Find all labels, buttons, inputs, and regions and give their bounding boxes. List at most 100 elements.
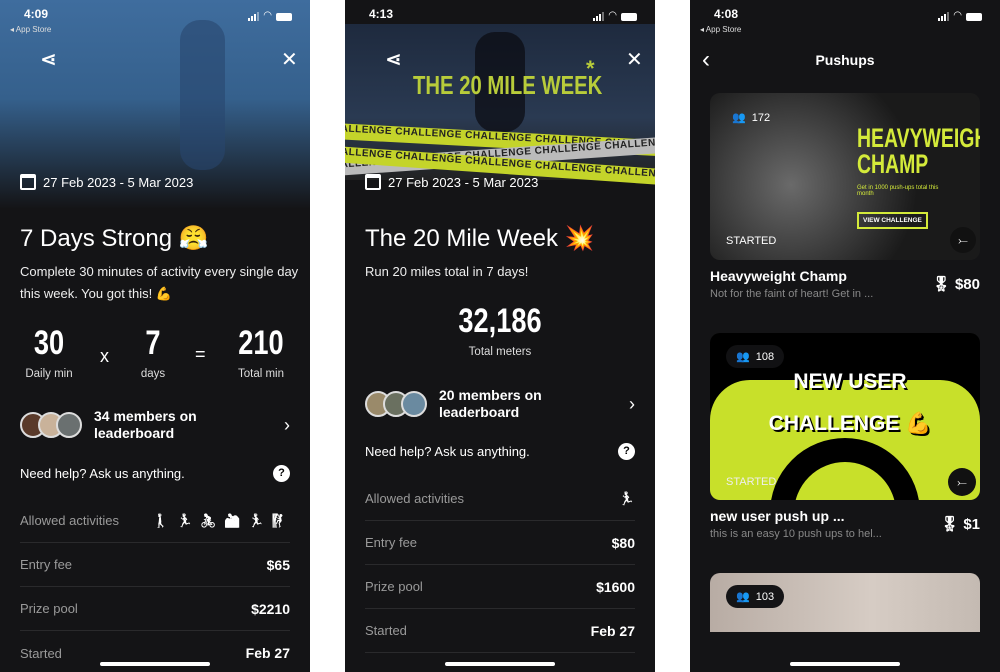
leaderboard-text: 20 members on leaderboard: [439, 387, 542, 420]
status-time: 4:08: [714, 7, 739, 21]
prize-value: $80: [954, 276, 980, 293]
status-icons: ◠: [938, 10, 982, 21]
share-icon[interactable]: ⋖: [385, 50, 402, 70]
challenge-title: 7 Days Strong 😤: [20, 225, 209, 252]
banner-subtitle: Get in 1000 push-ups total this month: [857, 185, 939, 197]
help-text: Need help? Ask us anything.: [365, 444, 530, 459]
members-count: 172: [751, 111, 771, 124]
home-indicator[interactable]: [100, 662, 210, 666]
members-chip: 👥 103: [726, 585, 785, 608]
banner-title: HEAVYWEIGHT CHAMP: [857, 123, 980, 179]
card-subtitle: Not for the faint of heart! Get in ...: [710, 288, 874, 300]
members-chip: 👥 108: [726, 345, 785, 368]
multiply-sign: x: [100, 346, 109, 366]
member-avatars: [365, 391, 427, 417]
entry-fee-label: Entry fee: [365, 535, 418, 550]
status-icons: ◠: [593, 10, 637, 21]
card-title[interactable]: new user push up ...: [710, 508, 845, 524]
members-count: 108: [755, 350, 775, 363]
people-icon: 👥: [736, 351, 750, 363]
people-icon: 👥: [736, 591, 750, 603]
runner-silhouette: [180, 20, 225, 170]
close-icon[interactable]: ✕: [626, 50, 643, 70]
total-meters-label: Total meters: [468, 346, 532, 358]
total-min-label: Total min: [237, 368, 285, 380]
status-icons: ◠: [248, 10, 292, 21]
started-badge: STARTED: [726, 235, 777, 247]
header-title: Pushups: [815, 52, 875, 68]
allowed-activities-row: Allowed activities 🏃: [365, 477, 635, 521]
challenge-card-heavyweight[interactable]: 👥 172 HEAVYWEIGHT CHAMP Get in 1000 push-…: [710, 93, 980, 260]
prize: 🎖 $1: [940, 515, 980, 533]
screen-7-days-strong: 4:09 ◂ App Store ◠ ⋖ ✕ 27 Feb 2023 - 5 M…: [0, 0, 310, 672]
entry-fee-row: Entry fee $65: [20, 543, 290, 587]
members-chip: 👥 172: [722, 106, 780, 129]
days-label: days: [140, 368, 166, 380]
pushup-icon: ⤚: [948, 468, 976, 496]
date-text: 27 Feb 2023 - 5 Mar 2023: [388, 174, 539, 190]
allowed-activities-row: Allowed activities 🚶 🏃 🚴 🚵 🏃 🧗: [20, 499, 290, 543]
view-challenge-button[interactable]: VIEW CHALLENGE: [857, 212, 928, 229]
entry-fee-value: $65: [266, 556, 290, 573]
entry-fee-value: $80: [611, 534, 635, 551]
banner-title: NEW USER CHALLENGE 💪: [768, 370, 932, 435]
status-time: 4:13: [369, 7, 394, 21]
pushup-icon: ⤚: [950, 227, 976, 253]
calendar-icon: [365, 174, 381, 190]
help-link[interactable]: Need help? Ask us anything.?: [20, 465, 290, 482]
entry-fee-row: Entry fee $80: [365, 521, 635, 565]
screen-20-mile-week: 4:13 ◠ ⋖ ✕ THE 20 MILE WEEK * CHALLENGE …: [345, 0, 655, 672]
started-value: Feb 27: [590, 622, 635, 639]
share-icon[interactable]: ⋖: [40, 50, 57, 70]
hero-star: *: [586, 56, 595, 81]
home-indicator[interactable]: [445, 662, 555, 666]
home-indicator[interactable]: [790, 662, 900, 666]
help-text: Need help? Ask us anything.: [20, 466, 185, 481]
date-range: 27 Feb 2023 - 5 Mar 2023: [20, 174, 193, 190]
prize-pool-label: Prize pool: [20, 601, 78, 616]
award-icon: 🎖: [940, 516, 960, 533]
back-to-app-store[interactable]: ◂ App Store: [10, 25, 51, 34]
back-to-app-store[interactable]: ◂ App Store: [700, 25, 741, 34]
calendar-icon: [20, 174, 36, 190]
challenge-description: Run 20 miles total in 7 days!: [365, 264, 529, 279]
people-icon: 👥: [732, 112, 746, 124]
leaderboard-link[interactable]: 34 members on leaderboard ›: [20, 408, 290, 442]
prize-pool-label: Prize pool: [365, 579, 423, 594]
card-title[interactable]: Heavyweight Champ: [710, 268, 847, 284]
challenge-title: The 20 Mile Week 💥: [365, 225, 595, 252]
challenge-card-3[interactable]: 👥 103: [710, 573, 980, 632]
challenge-card-new-user[interactable]: NEW USER CHALLENGE 💪 👥 108 STARTED ⤚: [710, 333, 980, 500]
members-count: 103: [755, 590, 775, 603]
equals-sign: =: [195, 344, 206, 364]
allowed-activities-label: Allowed activities: [365, 491, 464, 506]
prize-pool-value: $1600: [596, 578, 635, 595]
total-min-value: 210: [238, 324, 284, 362]
leaderboard-text: 34 members on leaderboard: [94, 408, 197, 441]
question-icon: ?: [618, 443, 635, 460]
daily-min-label: Daily min: [25, 368, 73, 380]
question-icon: ?: [273, 465, 290, 482]
hero-title: THE 20 MILE WEEK: [413, 70, 603, 100]
daily-min-value: 30: [33, 324, 65, 362]
challenge-description: Complete 30 minutes of activity every si…: [20, 264, 299, 301]
chevron-right-icon: ›: [284, 414, 290, 435]
prize-pool-row: Prize pool $2210: [20, 587, 290, 631]
close-icon[interactable]: ✕: [281, 50, 298, 70]
started-row: Started Feb 27: [365, 609, 635, 653]
help-link[interactable]: Need help? Ask us anything.?: [365, 443, 635, 460]
chevron-right-icon: ›: [629, 393, 635, 414]
prize-pool-row: Prize pool $1600: [365, 565, 635, 609]
leaderboard-link[interactable]: 20 members on leaderboard ›: [365, 387, 635, 421]
days-value: 7: [145, 324, 161, 362]
started-label: Started: [365, 623, 407, 638]
run-icon: 🏃: [618, 490, 635, 506]
member-avatars: [20, 412, 82, 438]
date-text: 27 Feb 2023 - 5 Mar 2023: [43, 174, 194, 190]
prize: 🎖 $80: [932, 275, 980, 293]
allowed-activities-label: Allowed activities: [20, 513, 119, 528]
total-meters-value: 32,186: [458, 302, 542, 340]
screen-pushups: 4:08 ◂ App Store ◠ ‹ Pushups 👥 172 HEAVYW…: [690, 0, 1000, 672]
award-icon: 🎖: [931, 276, 951, 293]
prize-pool-value: $2210: [251, 600, 290, 617]
